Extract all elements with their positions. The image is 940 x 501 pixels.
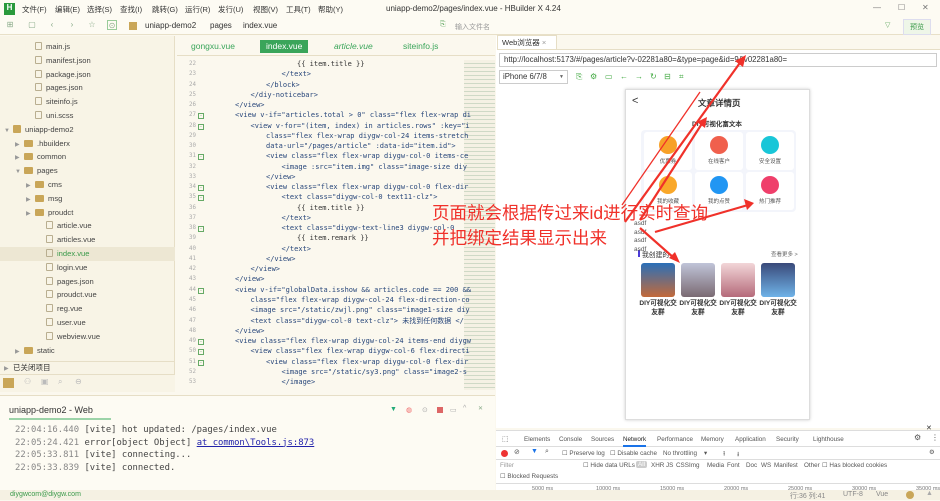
annotation-arrows [621,55,754,263]
arrow-head-asdf [744,199,754,210]
annotation-line-2: 并把绑定结果显示出来 [432,228,607,248]
arrow-head-url [735,55,746,67]
arrow-to-url-id [624,59,743,223]
annotation-line-1: 页面就会根据传过来id进行实时查询 [432,203,709,223]
